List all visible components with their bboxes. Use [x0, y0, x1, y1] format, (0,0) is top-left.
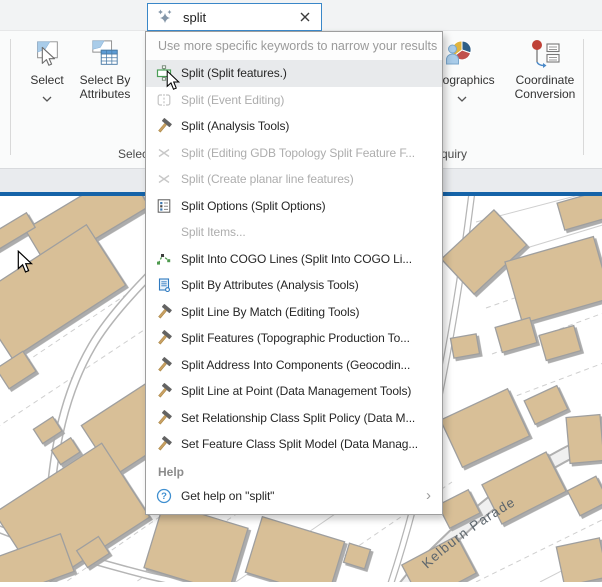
get-help-item[interactable]: ? Get help on "split" › [146, 483, 442, 510]
result-split-address[interactable]: Split Address Into Components (Geocodin.… [146, 352, 442, 379]
cursor-pointer-map [17, 250, 34, 279]
result-label: Split (Split features.) [181, 66, 287, 80]
geoprocessing-hammer-icon [155, 330, 172, 346]
geoprocessing-hammer-icon [155, 410, 172, 426]
result-split-features[interactable]: Split (Split features.) [146, 60, 442, 87]
select-button-label: Select [30, 73, 63, 87]
result-label: Split Address Into Components (Geocodin.… [181, 358, 410, 372]
geoprocessing-hammer-icon [155, 357, 172, 373]
result-split-planar-lines: Split (Create planar line features) [146, 166, 442, 193]
result-split-event-editing: Split (Event Editing) [146, 87, 442, 114]
result-label: Split (Editing GDB Topology Split Featur… [181, 146, 415, 160]
result-label: Set Relationship Class Split Policy (Dat… [181, 411, 415, 425]
geoprocessing-hammer-icon [155, 436, 172, 452]
script-icon [155, 277, 172, 293]
result-label: Split (Analysis Tools) [181, 119, 289, 133]
cogo-lines-icon [155, 251, 172, 267]
chevron-right-icon: › [426, 487, 431, 504]
close-icon[interactable] [297, 9, 313, 25]
no-icon [155, 224, 172, 240]
svg-text:?: ? [161, 491, 167, 502]
result-label: Split By Attributes (Analysis Tools) [181, 278, 359, 292]
command-search-icon [156, 8, 174, 26]
select-tool-icon [32, 35, 62, 69]
select-by-attributes-icon [90, 35, 120, 69]
result-set-feature-class-split-model[interactable]: Set Feature Class Split Model (Data Mana… [146, 431, 442, 458]
result-label: Split Line By Match (Editing Tools) [181, 305, 359, 319]
result-label: Split Items... [181, 225, 246, 239]
coordinate-conversion-button[interactable]: Coordinate Conversion [508, 35, 582, 101]
get-help-label: Get help on "split" [181, 489, 274, 503]
result-label: Split Into COGO Lines (Split Into COGO L… [181, 252, 412, 266]
result-label: Split Features (Topographic Production T… [181, 331, 410, 345]
result-set-relationship-split-policy[interactable]: Set Relationship Class Split Policy (Dat… [146, 405, 442, 432]
search-hint: Use more specific keywords to narrow you… [146, 32, 442, 60]
search-results-dropdown: Use more specific keywords to narrow you… [145, 31, 443, 515]
result-split-by-attributes[interactable]: Split By Attributes (Analysis Tools) [146, 272, 442, 299]
result-split-gdb-topology: Split (Editing GDB Topology Split Featur… [146, 140, 442, 167]
result-split-features-topographic[interactable]: Split Features (Topographic Production T… [146, 325, 442, 352]
coordinate-conversion-icon [528, 35, 562, 69]
result-label: Split Options (Split Options) [181, 199, 326, 213]
search-input[interactable]: split [183, 10, 297, 25]
help-icon: ? [155, 488, 172, 504]
select-by-attributes-label: Select By Attributes [74, 73, 136, 101]
disabled-cross-icon [155, 171, 172, 187]
geoprocessing-hammer-icon [155, 118, 172, 134]
cursor-pointer-dropdown [166, 70, 181, 96]
result-split-options[interactable]: Split Options (Split Options) [146, 193, 442, 220]
group-divider [583, 39, 584, 155]
result-split-line-at-point[interactable]: Split Line at Point (Data Management Too… [146, 378, 442, 405]
result-split-line-by-match[interactable]: Split Line By Match (Editing Tools) [146, 299, 442, 326]
coordinate-conversion-label: Coordinate Conversion [508, 73, 582, 101]
result-label: Split (Create planar line features) [181, 172, 354, 186]
result-label: Set Feature Class Split Model (Data Mana… [181, 437, 418, 451]
result-label: Split Line at Point (Data Management Too… [181, 384, 411, 398]
result-split-analysis-tools[interactable]: Split (Analysis Tools) [146, 113, 442, 140]
group-divider [10, 39, 11, 155]
result-split-items: Split Items... [146, 219, 442, 246]
infographics-icon [445, 35, 479, 69]
arcgis-pro-window: Select Select By Attributes Selection [0, 0, 602, 582]
help-section-header: Help [146, 461, 442, 483]
result-label: Split (Event Editing) [181, 93, 284, 107]
options-list-icon [155, 198, 172, 214]
command-search-box[interactable]: split [147, 3, 322, 31]
geoprocessing-hammer-icon [155, 383, 172, 399]
chevron-down-icon[interactable] [42, 89, 52, 107]
geoprocessing-hammer-icon [155, 304, 172, 320]
select-by-attributes-button[interactable]: Select By Attributes [74, 35, 136, 101]
result-split-into-cogo-lines[interactable]: Split Into COGO Lines (Split Into COGO L… [146, 246, 442, 273]
disabled-cross-icon [155, 145, 172, 161]
select-button[interactable]: Select [18, 35, 76, 107]
chevron-down-icon[interactable] [457, 89, 467, 107]
